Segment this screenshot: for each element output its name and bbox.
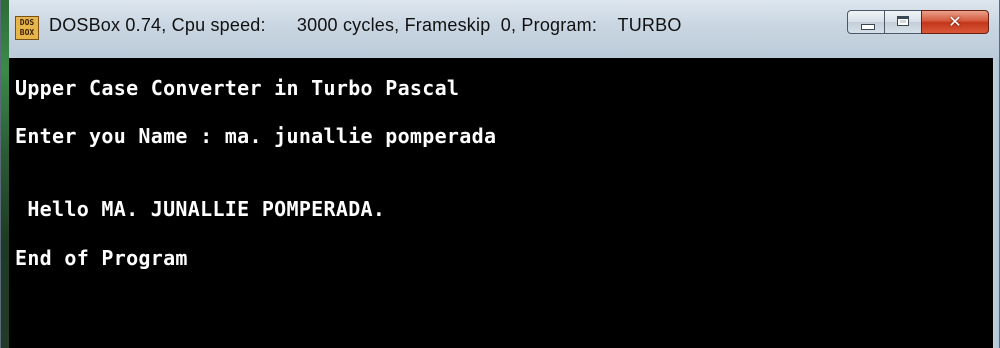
maximize-button[interactable] [884, 10, 922, 34]
close-button[interactable]: ✕ [921, 10, 989, 34]
console-line-title: Upper Case Converter in Turbo Pascal [15, 76, 460, 100]
window-title: DOSBox 0.74, Cpu speed: 3000 cycles, Fra… [49, 15, 682, 35]
dosbox-app-icon[interactable]: DOS BOX [15, 16, 39, 40]
minimize-button[interactable] [847, 10, 885, 34]
window-right-border [993, 58, 999, 348]
desktop-background-strip [1, 0, 9, 348]
close-icon: ✕ [948, 12, 962, 31]
dos-console-screen[interactable]: Upper Case Converter in Turbo Pascal Ent… [9, 58, 993, 348]
minimize-icon [861, 24, 875, 30]
dosbox-window: DOS BOX DOSBox 0.74, Cpu speed: 3000 cycl… [0, 0, 1000, 348]
console-line-prompt: Enter you Name : ma. junallie pomperada [15, 124, 497, 148]
title-bar[interactable]: DOS BOX DOSBox 0.74, Cpu speed: 3000 cycl… [9, 0, 999, 58]
console-line-end: End of Program [15, 246, 188, 270]
maximize-icon [897, 16, 909, 26]
console-line-greeting: Hello MA. JUNALLIE POMPERADA. [15, 197, 386, 221]
